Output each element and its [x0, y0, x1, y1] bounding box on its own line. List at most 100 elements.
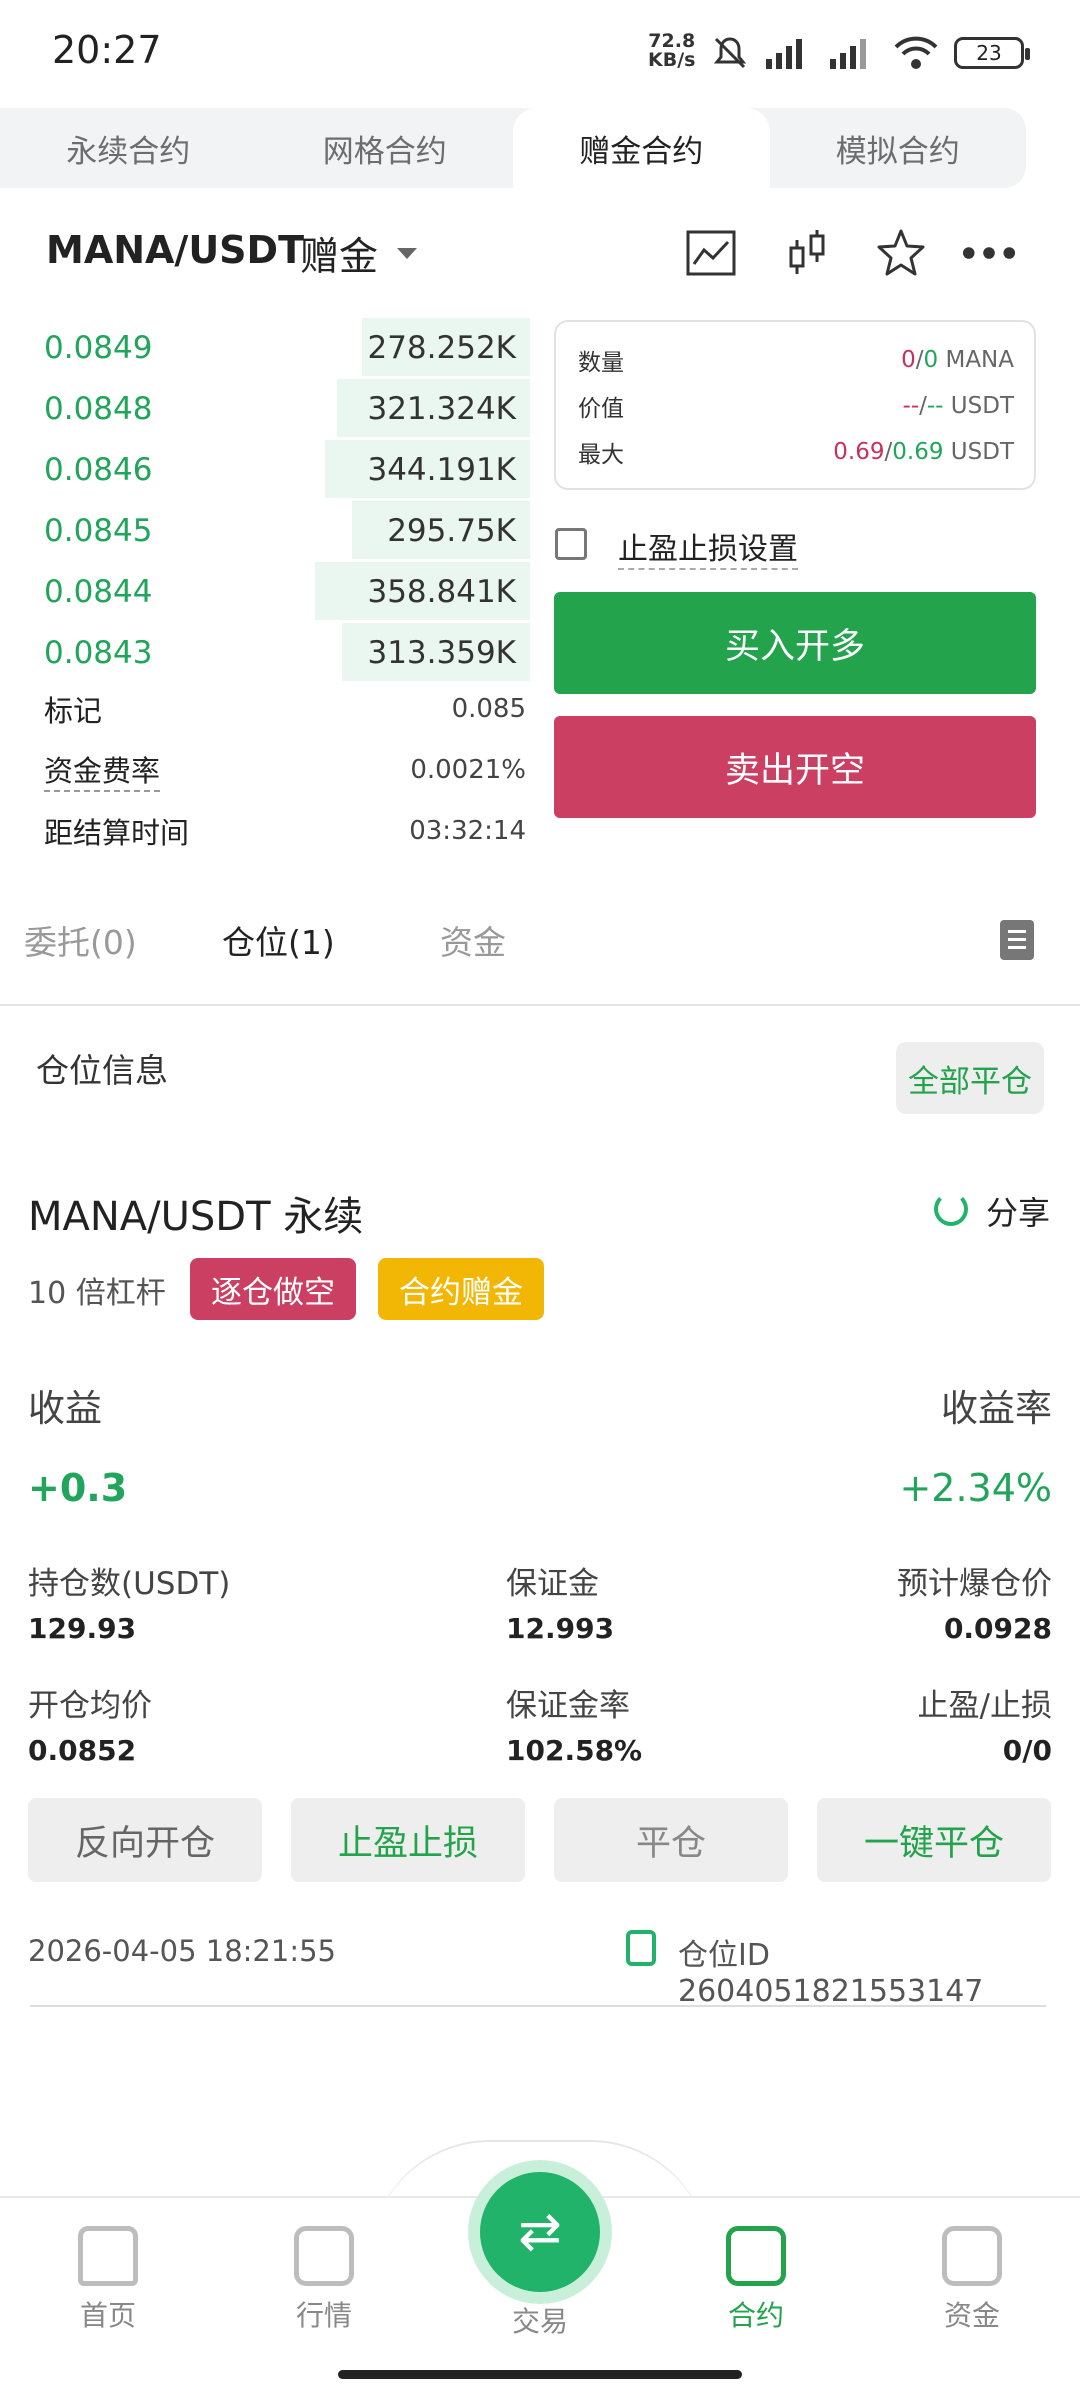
orderbook-qty: 321.324K [367, 391, 516, 427]
orderbook-row[interactable]: 0.0843 313.359K [0, 623, 530, 684]
roi-value: +2.34% [899, 1466, 1052, 1510]
tpsl-settings-label[interactable]: 止盈止损设置 [618, 524, 798, 570]
entry-price-value: 0.0852 [28, 1734, 137, 1767]
quantity-value-b: 0 [923, 347, 939, 373]
funding-rate-value: 0.0021% [410, 755, 526, 785]
orderbook-price: 0.0845 [44, 513, 153, 549]
tab-positions[interactable]: 仓位(1) [222, 916, 335, 964]
wallet-icon [942, 2226, 1002, 2286]
orderbook-qty: 344.191K [367, 452, 516, 488]
value-value-a: -- [902, 393, 920, 419]
value-label: 价值 [578, 396, 624, 422]
bonus-badge: 合约赠金 [378, 1258, 544, 1320]
mark-price-value: 0.085 [451, 694, 526, 724]
more-icon[interactable] [962, 226, 1016, 280]
settlement-time-value: 03:32:14 [409, 816, 526, 846]
status-icons: 23 [710, 28, 1030, 78]
caret-down-icon[interactable] [397, 248, 417, 259]
trade-button[interactable]: ⇄ [480, 2172, 600, 2292]
nav-contract-label: 合约 [727, 2299, 784, 2332]
settlement-time-label: 距结算时间 [44, 816, 190, 850]
signal-icon [766, 39, 802, 69]
tab-grid[interactable]: 网格合约 [257, 108, 514, 188]
leverage-label: 10 倍杠杆 [28, 1276, 166, 1311]
nav-trade-label[interactable]: 交易 [480, 2300, 600, 2340]
max-label: 最大 [578, 442, 624, 468]
signal-icon-2 [830, 39, 866, 69]
market-icon [294, 2226, 354, 2286]
tab-orders[interactable]: 委托(0) [24, 916, 137, 964]
candlestick-icon[interactable] [780, 226, 834, 280]
orderbook-row[interactable]: 0.0846 344.191K [0, 440, 530, 501]
nav-home[interactable]: 首页 [38, 2226, 178, 2334]
mute-icon [713, 37, 747, 69]
nav-assets-label: 资金 [943, 2299, 1000, 2332]
orderbook-qty: 313.359K [367, 635, 516, 671]
tab-simulated[interactable]: 模拟合约 [770, 108, 1027, 188]
orderbook-qty: 358.841K [367, 574, 516, 610]
pair-selector[interactable]: MANA/USDT [46, 228, 304, 272]
home-indicator [338, 2370, 742, 2379]
tpsl-button[interactable]: 止盈止损 [291, 1798, 525, 1882]
tab-funds[interactable]: 资金 [440, 916, 506, 964]
share-icon[interactable] [934, 1192, 968, 1226]
reverse-position-button[interactable]: 反向开仓 [28, 1798, 262, 1882]
liquidation-price-value: 0.0928 [943, 1612, 1052, 1645]
share-button[interactable]: 分享 [986, 1188, 1050, 1234]
chart-icon[interactable] [684, 226, 738, 280]
home-icon [78, 2226, 138, 2286]
tpsl-checkbox[interactable] [555, 528, 587, 560]
orderbook-price: 0.0848 [44, 391, 153, 427]
buy-long-button[interactable]: 买入开多 [554, 592, 1036, 694]
pair-tag[interactable]: 赠金 [300, 226, 378, 282]
sell-short-button[interactable]: 卖出开空 [554, 716, 1036, 818]
nav-market[interactable]: 行情 [254, 2226, 394, 2334]
max-value-a: 0.69 [833, 439, 885, 465]
battery-level: 23 [976, 41, 1002, 65]
nav-contract[interactable]: 合约 [686, 2226, 826, 2334]
quantity-unit: MANA [945, 347, 1014, 373]
contract-icon [726, 2226, 786, 2286]
tab-bonus[interactable]: 赠金合约 [513, 108, 770, 188]
tab-perpetual[interactable]: 永续合约 [0, 108, 257, 188]
document-icon[interactable] [1000, 920, 1034, 960]
divider [0, 1004, 1080, 1006]
funding-rate-label[interactable]: 资金费率 [44, 748, 161, 792]
divider [30, 2005, 1046, 2007]
position-size-value: 129.93 [28, 1612, 137, 1645]
copy-icon[interactable] [626, 1930, 656, 1966]
orderbook-qty: 278.252K [367, 330, 516, 366]
max-value-b: 0.69 [892, 439, 944, 465]
roi-label: 收益率 [941, 1387, 1052, 1430]
quantity-sep: / [915, 347, 924, 373]
battery-icon: 23 [954, 37, 1030, 69]
orderbook-row[interactable]: 0.0849 278.252K [0, 318, 530, 379]
margin-rate-label: 保证金率 [506, 1688, 630, 1724]
star-icon[interactable] [874, 226, 928, 280]
quick-close-button[interactable]: 一键平仓 [817, 1798, 1051, 1882]
close-position-button[interactable]: 平仓 [554, 1798, 788, 1882]
orderbook-price: 0.0843 [44, 635, 153, 671]
quantity-row: 数量 0/0 MANA [578, 340, 1014, 380]
pnl-label: 收益 [28, 1387, 102, 1430]
tpsl-label: 止盈/止损 [917, 1688, 1052, 1724]
position-pair: MANA/USDT 永续 [28, 1194, 364, 1240]
entry-price-label: 开仓均价 [28, 1688, 152, 1724]
max-unit: USDT [950, 439, 1014, 465]
orderbook-row[interactable]: 0.0845 295.75K [0, 501, 530, 562]
position-timestamp: 2026-04-05 18:21:55 [28, 1934, 336, 1968]
pnl-value: +0.3 [28, 1466, 128, 1510]
settlement-time-row: 距结算时间 03:32:14 [44, 806, 526, 856]
position-id[interactable]: 仓位ID 2604051821553147 [678, 1930, 1080, 2009]
nav-market-label: 行情 [295, 2299, 352, 2332]
orderbook-price: 0.0844 [44, 574, 153, 610]
contract-type-tabs: 永续合约 网格合约 赠金合约 模拟合约 [0, 108, 1026, 188]
funding-rate-row: 资金费率 0.0021% [44, 745, 526, 795]
nav-assets[interactable]: 资金 [902, 2226, 1042, 2334]
position-size-label: 持仓数(USDT) [28, 1566, 231, 1602]
max-row: 最大 0.69/0.69 USDT [578, 432, 1014, 472]
orderbook-row[interactable]: 0.0848 321.324K [0, 379, 530, 440]
orderbook-row[interactable]: 0.0844 358.841K [0, 562, 530, 623]
orderbook-price: 0.0846 [44, 452, 153, 488]
close-all-button[interactable]: 全部平仓 [896, 1042, 1044, 1114]
